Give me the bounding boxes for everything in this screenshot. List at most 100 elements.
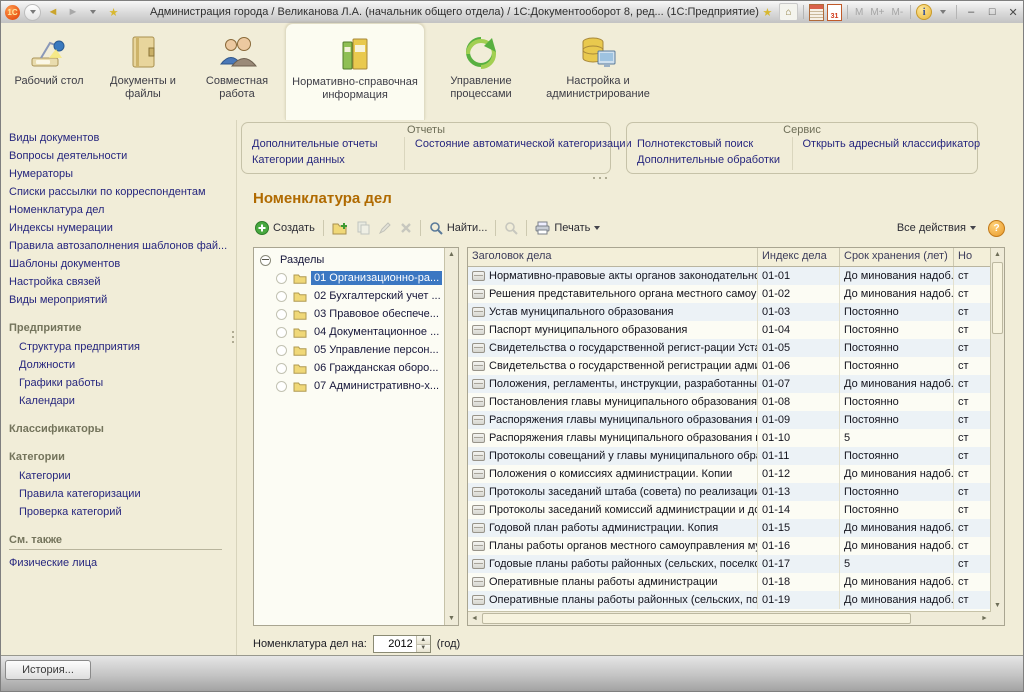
sidebar-item[interactable]: Нумераторы	[9, 168, 230, 180]
table-row[interactable]: Годовые планы работы районных (сельских,…	[468, 555, 991, 573]
table-row[interactable]: Паспорт муниципального образования 01-04…	[468, 321, 991, 339]
table-row[interactable]: Свидетельства о государственной регистра…	[468, 357, 991, 375]
tree-item[interactable]: 02 Бухгалтерский учет ...	[254, 287, 445, 305]
column-header-extra[interactable]: Но	[954, 248, 991, 266]
year-input[interactable]	[373, 636, 416, 652]
sidebar-splitter[interactable]	[232, 331, 234, 343]
service-link[interactable]: Дополнительные обработки	[637, 154, 782, 166]
edit-button[interactable]	[374, 219, 396, 237]
table-row[interactable]: Годовой план работы администрации. Копия…	[468, 519, 991, 537]
close-button[interactable]: ✕	[1004, 4, 1022, 20]
scroll-left-icon[interactable]: ◄	[468, 612, 481, 625]
create-group-button[interactable]	[328, 219, 352, 237]
sidebar-item[interactable]: Номенклатура дел	[9, 204, 230, 216]
tab-reference-information[interactable]: Нормативно-справочная информация	[285, 23, 425, 120]
table-row[interactable]: Решения представительного органа местног…	[468, 285, 991, 303]
delete-button[interactable]	[396, 220, 416, 236]
memory-m-minus-button[interactable]: M-	[889, 7, 905, 18]
scroll-up-icon[interactable]: ▲	[445, 248, 458, 261]
copy-button[interactable]	[352, 219, 374, 237]
memory-m-button[interactable]: M	[853, 7, 865, 18]
table-row[interactable]: Протоколы совещаний у главы муниципально…	[468, 447, 991, 465]
print-button[interactable]: Печать	[531, 219, 604, 237]
info-dropdown-icon[interactable]	[935, 4, 951, 20]
tab-documents-files[interactable]: Документы и файлы	[97, 23, 189, 120]
table-row[interactable]: Нормативно-правовые акты органов законод…	[468, 267, 991, 285]
scroll-up-icon[interactable]: ▲	[991, 248, 1004, 261]
sidebar-item[interactable]: Проверка категорий	[19, 506, 230, 518]
info-icon[interactable]: i	[916, 4, 933, 20]
table-row[interactable]: Оперативные планы работы районных (сельс…	[468, 591, 991, 609]
table-row[interactable]: Свидетельства о государственной регист-р…	[468, 339, 991, 357]
all-actions-button[interactable]: Все действия	[893, 220, 980, 236]
table-row[interactable]: Оперативные планы работы администрации 0…	[468, 573, 991, 591]
scroll-thumb[interactable]	[992, 262, 1003, 334]
column-header-index[interactable]: Индекс дела	[758, 248, 840, 266]
sidebar-item[interactable]: Графики работы	[19, 377, 230, 389]
maximize-button[interactable]: □	[983, 4, 1001, 20]
calendar-icon[interactable]: 31	[826, 3, 842, 21]
table-row[interactable]: Протоколы заседаний штаба (совета) по ре…	[468, 483, 991, 501]
tree-scrollbar[interactable]: ▲ ▼	[444, 248, 458, 625]
tree-item[interactable]: 01 Организационно-ра...	[254, 269, 445, 287]
tree-item[interactable]: 07 Административно-х...	[254, 377, 445, 395]
sidebar-item[interactable]: Виды документов	[9, 132, 230, 144]
table-row[interactable]: Распоряжения главы муниципального образо…	[468, 411, 991, 429]
clear-find-button[interactable]	[500, 219, 522, 237]
table-row[interactable]: Распоряжения главы муниципального образо…	[468, 429, 991, 447]
report-link[interactable]: Состояние автоматической категоризации	[415, 138, 632, 150]
sidebar-item[interactable]: Правила автозаполнения шаблонов фай...	[9, 240, 230, 252]
column-header-storage[interactable]: Срок хранения (лет)	[840, 248, 954, 266]
table-row[interactable]: Планы работы органов местного самоуправл…	[468, 537, 991, 555]
expand-circle-icon[interactable]	[276, 362, 287, 374]
tree-item[interactable]: 04 Документационное ...	[254, 323, 445, 341]
calculator-icon[interactable]	[808, 3, 824, 21]
sidebar-item[interactable]: Категории	[19, 470, 230, 482]
sidebar-item[interactable]: Вопросы деятельности	[9, 150, 230, 162]
column-header-title[interactable]: Заголовок дела	[468, 248, 758, 266]
service-link[interactable]: Полнотекстовый поиск	[637, 138, 782, 150]
table-row[interactable]: Устав муниципального образования 01-03 П…	[468, 303, 991, 321]
main-menu-button[interactable]	[24, 3, 41, 21]
sidebar-item[interactable]: Индексы нумерации	[9, 222, 230, 234]
expand-circle-icon[interactable]	[276, 308, 287, 320]
memory-m-plus-button[interactable]: M+	[868, 7, 886, 18]
sidebar-item[interactable]: Должности	[19, 359, 230, 371]
sidebar-item[interactable]: Виды мероприятий	[9, 294, 230, 306]
spin-down-icon[interactable]: ▼	[416, 643, 430, 652]
find-button[interactable]: Найти...	[425, 219, 492, 237]
table-horizontal-scrollbar[interactable]: ◄ ►	[468, 611, 991, 625]
table-row[interactable]: Положения о комиссиях администрации. Коп…	[468, 465, 991, 483]
tab-collaboration[interactable]: Совместная работа	[197, 23, 277, 120]
table-vertical-scrollbar[interactable]: ▲ ▼	[990, 248, 1004, 612]
help-button[interactable]: ?	[988, 219, 1005, 237]
tree-root[interactable]: Разделы	[254, 251, 445, 269]
sidebar-item[interactable]: Настройка связей	[9, 276, 230, 288]
expand-circle-icon[interactable]	[276, 326, 287, 338]
back-button[interactable]: ◄	[45, 4, 61, 20]
expand-circle-icon[interactable]	[276, 290, 287, 302]
service-link[interactable]: Открыть адресный классификатор	[803, 138, 981, 150]
history-button[interactable]: История...	[5, 660, 91, 680]
favorites-star-icon[interactable]: ★	[105, 4, 122, 20]
report-link[interactable]: Категории данных	[252, 154, 394, 166]
expand-circle-icon[interactable]	[276, 380, 287, 392]
panels-splitter[interactable]	[593, 177, 607, 179]
history-dropdown-icon[interactable]	[85, 4, 101, 20]
create-button[interactable]: Создать	[251, 219, 319, 237]
home-icon[interactable]: ⌂	[778, 3, 798, 21]
tree-item[interactable]: 06 Гражданская оборо...	[254, 359, 445, 377]
tree-item[interactable]: 05 Управление персон...	[254, 341, 445, 359]
scroll-right-icon[interactable]: ►	[978, 612, 991, 625]
sidebar-item[interactable]: Правила категоризации	[19, 488, 230, 500]
sidebar-item[interactable]: Календари	[19, 395, 230, 407]
table-row[interactable]: Постановления главы муниципального образ…	[468, 393, 991, 411]
sidebar-item[interactable]: Шаблоны документов	[9, 258, 230, 270]
tab-desktop[interactable]: Рабочий стол	[9, 23, 89, 120]
spin-up-icon[interactable]: ▲	[416, 636, 430, 644]
expand-circle-icon[interactable]	[276, 344, 287, 356]
minimize-button[interactable]: –	[962, 4, 980, 20]
scroll-down-icon[interactable]: ▼	[445, 612, 458, 625]
tab-settings-administration[interactable]: Настройка и администрирование	[537, 23, 659, 120]
tree-item[interactable]: 03 Правовое обеспече...	[254, 305, 445, 323]
